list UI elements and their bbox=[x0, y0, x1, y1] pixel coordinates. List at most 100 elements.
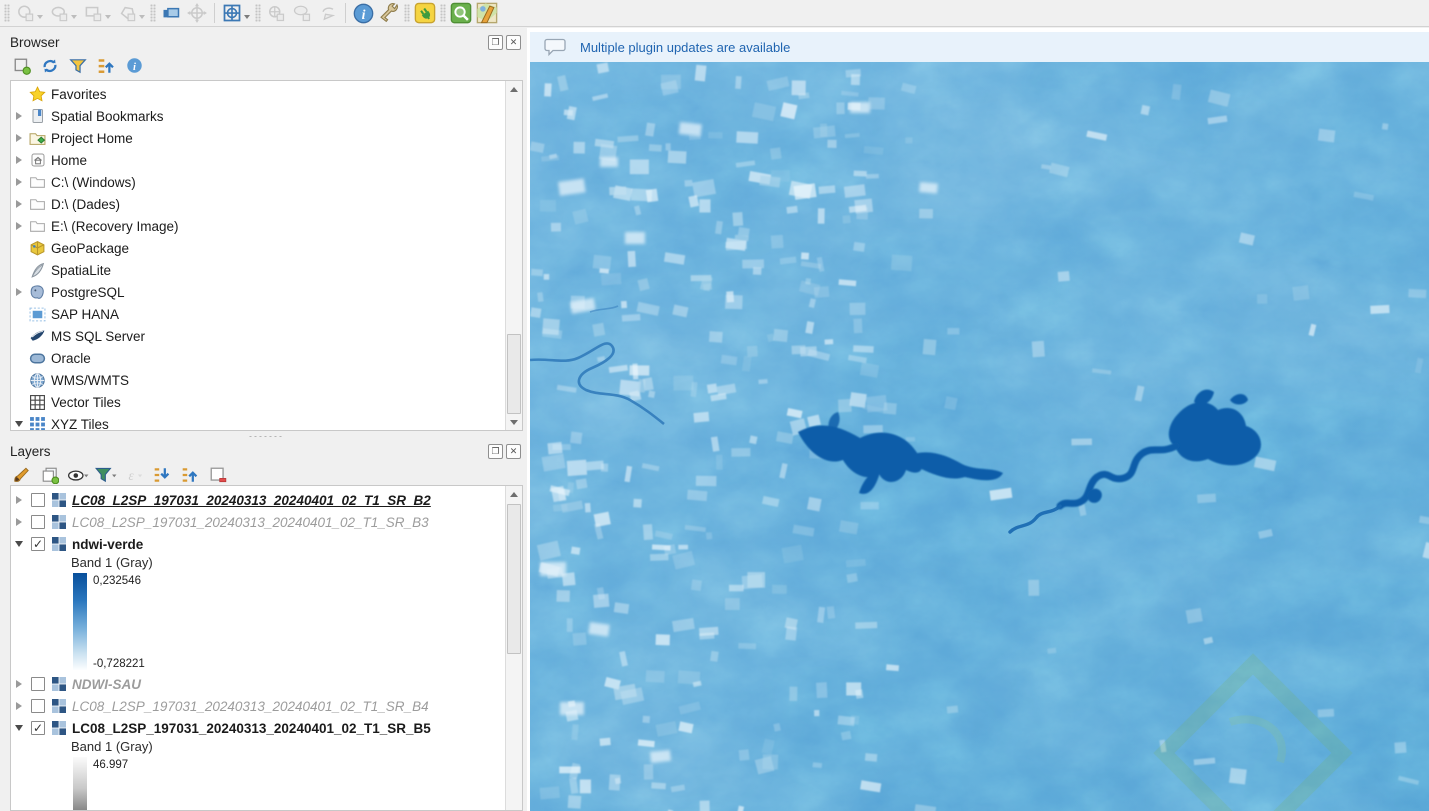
browser-item-vector-tiles[interactable]: Vector Tiles bbox=[11, 391, 522, 413]
browser-item-label: XYZ Tiles bbox=[51, 416, 109, 431]
polygon-shape-icon bbox=[120, 6, 135, 21]
expander-icon[interactable] bbox=[11, 536, 27, 552]
browser-item-c-drive[interactable]: C:\ (Windows) bbox=[11, 171, 522, 193]
float-panel-button[interactable]: ❐ bbox=[488, 34, 503, 50]
add-selected-layers-button[interactable] bbox=[10, 54, 34, 78]
manage-map-themes-button[interactable] bbox=[66, 463, 90, 487]
browser-item-label: Oracle bbox=[51, 350, 91, 366]
identify-features-button[interactable]: i bbox=[350, 1, 376, 25]
notification-message[interactable]: Multiple plugin updates are available bbox=[580, 40, 790, 55]
layer-item-ndwi-sau[interactable]: NDWI-SAU bbox=[11, 673, 522, 695]
osm-place-search-button[interactable] bbox=[448, 1, 474, 25]
expander-icon[interactable] bbox=[11, 492, 27, 508]
move-feature-button[interactable] bbox=[184, 1, 210, 25]
raster-layer-icon bbox=[50, 514, 67, 531]
processing-toolbox-button[interactable] bbox=[376, 1, 402, 25]
collapse-all-button[interactable] bbox=[178, 463, 202, 487]
manage-plugins-button[interactable] bbox=[412, 1, 438, 25]
scroll-up-icon[interactable] bbox=[506, 486, 522, 502]
map-pencil-icon bbox=[476, 2, 498, 24]
layer-item-ndwi-verde[interactable]: ✓ ndwi-verde bbox=[11, 533, 522, 555]
scroll-up-icon[interactable] bbox=[506, 81, 522, 97]
offset-curve-button[interactable] bbox=[158, 1, 184, 25]
close-panel-button[interactable]: ✕ bbox=[506, 34, 521, 50]
filter-browser-button[interactable] bbox=[66, 54, 90, 78]
toolbar-grip[interactable] bbox=[4, 4, 10, 22]
scrollbar-thumb[interactable] bbox=[507, 504, 521, 654]
layer-checkbox[interactable]: ✓ bbox=[31, 537, 45, 551]
remove-layer-button[interactable] bbox=[206, 463, 230, 487]
merge-features-icon bbox=[293, 5, 311, 22]
layer-item-b3[interactable]: LC08_L2SP_197031_20240313_20240401_02_T1… bbox=[11, 511, 522, 533]
rectangle-shape-icon bbox=[85, 6, 101, 21]
close-panel-button[interactable]: ✕ bbox=[506, 443, 521, 459]
float-panel-button[interactable]: ❐ bbox=[488, 443, 503, 459]
shape-digitize-rectangle-button[interactable] bbox=[80, 1, 114, 25]
layer-item-b5[interactable]: ✓ LC08_L2SP_197031_20240313_20240401_02_… bbox=[11, 717, 522, 739]
quickosm-button[interactable] bbox=[474, 1, 500, 25]
merge-features-button[interactable] bbox=[289, 1, 315, 25]
expander-icon[interactable] bbox=[11, 218, 27, 234]
layer-item-b2[interactable]: LC08_L2SP_197031_20240313_20240401_02_T1… bbox=[11, 489, 522, 511]
scrollbar-thumb[interactable] bbox=[507, 334, 521, 414]
browser-item-wms-wmts[interactable]: WMS/WMTS bbox=[11, 369, 522, 391]
expander-icon[interactable] bbox=[11, 174, 27, 190]
multiedit-attributes-button[interactable] bbox=[263, 1, 289, 25]
toolbar-grip[interactable] bbox=[255, 4, 261, 22]
collapse-all-button[interactable] bbox=[94, 54, 118, 78]
expander-icon[interactable] bbox=[11, 698, 27, 714]
expander-icon[interactable] bbox=[11, 196, 27, 212]
notification-bar[interactable]: Multiple plugin updates are available bbox=[530, 32, 1429, 62]
browser-item-geopackage[interactable]: GeoPackage bbox=[11, 237, 522, 259]
layer-checkbox[interactable] bbox=[31, 677, 45, 691]
properties-button[interactable]: i bbox=[122, 54, 146, 78]
expander-icon[interactable] bbox=[11, 130, 27, 146]
shape-digitize-ellipse-button[interactable] bbox=[46, 1, 80, 25]
expander-icon[interactable] bbox=[11, 676, 27, 692]
expander-icon[interactable] bbox=[11, 720, 27, 736]
browser-item-favorites[interactable]: Favorites bbox=[11, 83, 522, 105]
browser-item-oracle[interactable]: Oracle bbox=[11, 347, 522, 369]
filter-by-expression-button[interactable]: ε bbox=[122, 463, 146, 487]
layer-checkbox[interactable] bbox=[31, 493, 45, 507]
toolbar-grip[interactable] bbox=[404, 4, 410, 22]
add-group-button[interactable] bbox=[38, 463, 62, 487]
expand-all-button[interactable] bbox=[150, 463, 174, 487]
expander-icon[interactable] bbox=[11, 416, 27, 430]
browser-item-xyz-tiles[interactable]: XYZ Tiles bbox=[11, 413, 522, 431]
toolbar-grip[interactable] bbox=[440, 4, 446, 22]
browser-item-mssql[interactable]: MS SQL Server bbox=[11, 325, 522, 347]
layers-scrollbar[interactable] bbox=[505, 486, 522, 810]
scroll-down-icon[interactable] bbox=[506, 414, 522, 430]
toolbar-grip[interactable] bbox=[150, 4, 156, 22]
layer-checkbox[interactable] bbox=[31, 515, 45, 529]
vertex-tool-button[interactable] bbox=[219, 1, 253, 25]
svg-text:ε: ε bbox=[129, 467, 135, 482]
browser-item-label: SAP HANA bbox=[51, 306, 120, 322]
filter-legend-button[interactable] bbox=[94, 463, 118, 487]
shape-digitize-polygon-button[interactable] bbox=[114, 1, 148, 25]
browser-item-postgresql[interactable]: PostgreSQL bbox=[11, 281, 522, 303]
expander-icon[interactable] bbox=[11, 108, 27, 124]
expander-icon[interactable] bbox=[11, 284, 27, 300]
browser-item-home[interactable]: Home bbox=[11, 149, 522, 171]
browser-item-label: Vector Tiles bbox=[51, 394, 121, 410]
shape-digitize-circle-button[interactable] bbox=[12, 1, 46, 25]
browser-item-d-drive[interactable]: D:\ (Dades) bbox=[11, 193, 522, 215]
map-canvas[interactable] bbox=[530, 62, 1429, 811]
expander-icon[interactable] bbox=[11, 514, 27, 530]
browser-item-project-home[interactable]: Project Home bbox=[11, 127, 522, 149]
browser-item-spatial-bookmarks[interactable]: Spatial Bookmarks bbox=[11, 105, 522, 127]
layer-checkbox[interactable] bbox=[31, 699, 45, 713]
layer-checkbox[interactable]: ✓ bbox=[31, 721, 45, 735]
search-icon bbox=[450, 2, 472, 24]
rotate-feature-button[interactable] bbox=[315, 1, 341, 25]
browser-item-e-drive[interactable]: E:\ (Recovery Image) bbox=[11, 215, 522, 237]
refresh-button[interactable] bbox=[38, 54, 62, 78]
expander-icon[interactable] bbox=[11, 152, 27, 168]
open-layer-styling-button[interactable] bbox=[10, 463, 34, 487]
browser-item-sap-hana[interactable]: SAP HANA bbox=[11, 303, 522, 325]
browser-scrollbar[interactable] bbox=[505, 81, 522, 430]
browser-item-spatialite[interactable]: SpatiaLite bbox=[11, 259, 522, 281]
layer-item-b4[interactable]: LC08_L2SP_197031_20240313_20240401_02_T1… bbox=[11, 695, 522, 717]
